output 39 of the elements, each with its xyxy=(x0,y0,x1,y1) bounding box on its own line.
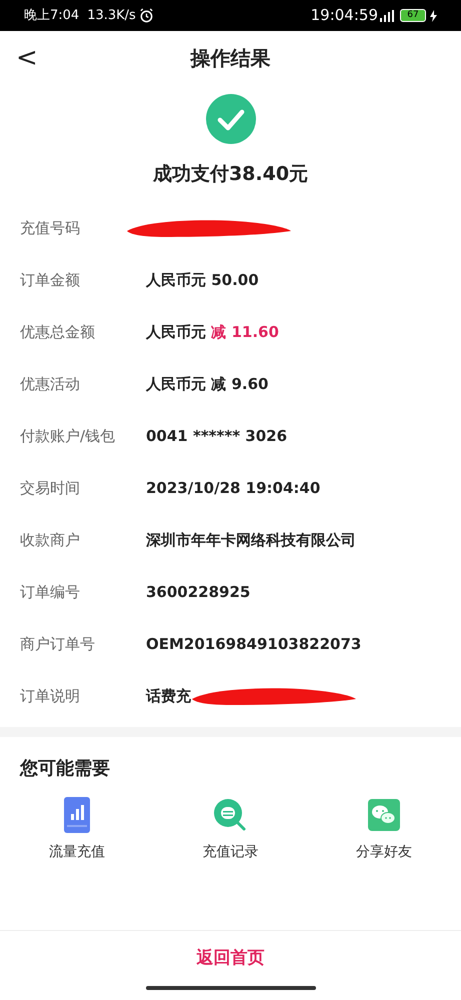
detail-label: 交易时间 xyxy=(20,478,81,500)
chat-bubbles-icon xyxy=(368,798,400,830)
detail-value: 0041 ****** 3026 xyxy=(146,426,288,448)
alarm-icon xyxy=(138,8,154,23)
phone-chart-icon xyxy=(64,796,90,832)
success-message: 成功支付38.40元 xyxy=(152,162,308,187)
overlay-clock: 19:04:59 xyxy=(310,5,378,26)
detail-label: 订单金额 xyxy=(20,270,81,292)
detail-value: 深圳市年年卡网络科技有限公司 xyxy=(146,530,356,552)
shortcut-item[interactable]: 充值记录 xyxy=(154,796,308,862)
back-button[interactable]: < xyxy=(16,45,38,71)
detail-label: 付款账户/钱包 xyxy=(20,426,116,448)
network-speed: 13.3K/s xyxy=(87,6,136,25)
status-time: 晚上7:04 xyxy=(24,6,80,25)
success-check-icon xyxy=(206,94,256,144)
detail-value: 3600228925 xyxy=(146,582,250,604)
detail-value: 话费充 xyxy=(146,686,191,708)
detail-label: 收款商户 xyxy=(20,530,81,552)
charging-icon xyxy=(430,10,437,22)
detail-value: 人民币元 50.00 xyxy=(146,270,259,292)
detail-label: 订单编号 xyxy=(20,582,81,604)
battery-icon: 67 xyxy=(400,9,426,22)
detail-value: 人民币元 减 9.60 xyxy=(146,374,268,396)
detail-value: 2023/10/28 19:04:40 xyxy=(146,478,320,500)
detail-label: 充值号码 xyxy=(20,218,81,240)
detail-value: OEM20169849103822073 xyxy=(146,634,362,656)
detail-label: 优惠活动 xyxy=(20,374,81,396)
detail-label: 优惠总金额 xyxy=(20,322,96,344)
page-title: 操作结果 xyxy=(190,45,270,72)
signal-icon xyxy=(380,10,394,22)
shortcut-item[interactable]: 分享好友 xyxy=(307,796,461,862)
detail-value: 人民币元 减 11.60 xyxy=(146,322,279,344)
section-title: 您可能需要 xyxy=(18,756,111,780)
detail-label: 商户订单号 xyxy=(20,634,96,656)
record-search-icon xyxy=(213,798,248,832)
home-button[interactable]: 返回首页 xyxy=(196,946,264,972)
home-indicator[interactable] xyxy=(146,986,316,990)
shortcut-item[interactable]: 流量充值 xyxy=(0,796,154,862)
detail-label: 订单说明 xyxy=(20,686,81,708)
